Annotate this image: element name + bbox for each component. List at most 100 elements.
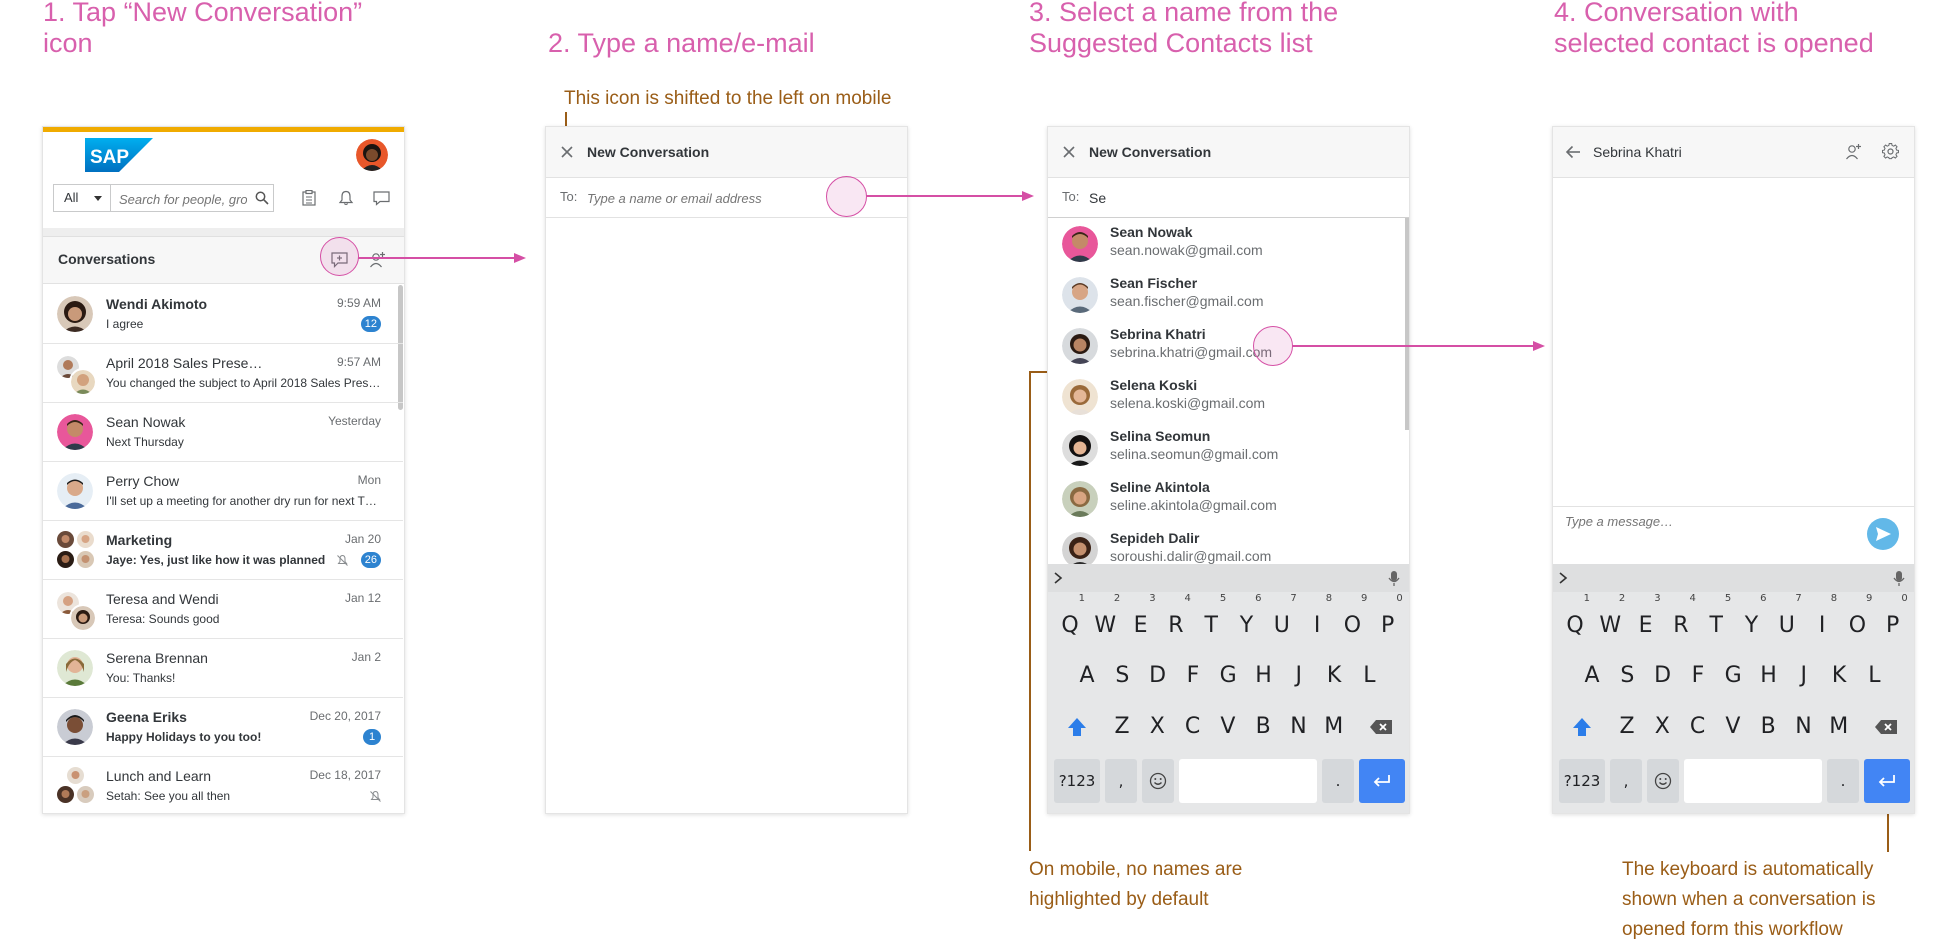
message-input[interactable] [1561,510,1869,562]
symbols-key[interactable]: ?123 [1559,759,1605,803]
key-l[interactable]: L [1858,656,1890,696]
conversation-row-perry-chow[interactable]: Perry Chow Mon I'll set up a meeting for… [43,461,403,521]
key-w[interactable]: W2 [1594,594,1626,646]
contact-row-seline-akintola[interactable]: Seline Akintola seline.akintola@gmail.co… [1048,473,1403,524]
key-m[interactable]: M [1318,707,1350,747]
enter-key[interactable] [1359,759,1405,803]
search-scope-select[interactable]: All [53,184,111,212]
key-s[interactable]: S [1106,656,1138,696]
backspace-key[interactable] [1358,707,1404,747]
key-w[interactable]: W2 [1089,594,1121,646]
key-g[interactable]: G [1212,656,1244,696]
add-group-icon[interactable] [369,251,386,268]
user-avatar[interactable] [356,139,388,171]
key-e[interactable]: E3 [1125,594,1157,646]
key-h[interactable]: H [1248,656,1280,696]
space-key[interactable] [1684,759,1822,803]
key-p[interactable]: P0 [1372,594,1404,646]
key-h[interactable]: H [1753,656,1785,696]
key-x[interactable]: X [1646,707,1678,747]
key-b[interactable]: B [1752,707,1784,747]
contact-row-sean-fischer[interactable]: Sean Fischer sean.fischer@gmail.com [1048,269,1403,320]
enter-key[interactable] [1864,759,1910,803]
tasks-icon[interactable] [302,190,316,206]
recipient-input[interactable] [1087,186,1381,210]
key-q[interactable]: Q1 [1559,594,1591,646]
close-icon[interactable] [561,146,573,158]
key-r[interactable]: R4 [1665,594,1697,646]
key-k[interactable]: K [1823,656,1855,696]
comma-key[interactable]: , [1610,759,1642,803]
conversation-row-marketing[interactable]: Marketing Jan 20 Jaye: Yes, just like ho… [43,520,403,580]
symbols-key[interactable]: ?123 [1054,759,1100,803]
conversation-row-sean-nowak[interactable]: Sean Nowak Yesterday Next Thursday [43,402,403,462]
key-d[interactable]: D [1647,656,1679,696]
key-u[interactable]: U7 [1771,594,1803,646]
comma-key[interactable]: , [1105,759,1137,803]
add-participant-icon[interactable] [1845,143,1862,160]
key-z[interactable]: Z [1611,707,1643,747]
key-o[interactable]: O9 [1336,594,1368,646]
conversation-row-april-2018-sales[interactable]: April 2018 Sales Prese… 9:57 AM You chan… [43,343,403,403]
key-y[interactable]: Y6 [1736,594,1768,646]
gear-icon[interactable] [1882,143,1899,160]
key-z[interactable]: Z [1106,707,1138,747]
backspace-key[interactable] [1863,707,1909,747]
key-i[interactable]: I8 [1806,594,1838,646]
key-d[interactable]: D [1142,656,1174,696]
microphone-icon[interactable] [1388,570,1400,587]
key-e[interactable]: E3 [1630,594,1662,646]
contact-row-sean-nowak[interactable]: Sean Nowak sean.nowak@gmail.com [1048,218,1403,269]
key-n[interactable]: N [1283,707,1315,747]
key-v[interactable]: V [1212,707,1244,747]
key-f[interactable]: F [1682,656,1714,696]
chat-icon[interactable] [373,191,390,206]
search-input[interactable] [117,187,249,211]
key-q[interactable]: Q1 [1054,594,1086,646]
period-key[interactable]: . [1322,759,1354,803]
key-b[interactable]: B [1247,707,1279,747]
emoji-key[interactable] [1142,759,1174,803]
microphone-icon[interactable] [1893,570,1905,587]
key-t[interactable]: T5 [1195,594,1227,646]
key-s[interactable]: S [1611,656,1643,696]
search-field[interactable] [110,184,274,212]
contact-row-selena-koski[interactable]: Selena Koski selena.koski@gmail.com [1048,371,1403,422]
key-g[interactable]: G [1717,656,1749,696]
contact-row-selina-seomun[interactable]: Selina Seomun selina.seomun@gmail.com [1048,422,1403,473]
key-c[interactable]: C [1177,707,1209,747]
key-n[interactable]: N [1788,707,1820,747]
shift-key[interactable] [1559,707,1605,747]
key-i[interactable]: I8 [1301,594,1333,646]
search-icon[interactable] [255,191,269,205]
conversation-row-serena-brennan[interactable]: Serena Brennan Jan 2 You: Thanks! [43,638,403,698]
key-k[interactable]: K [1318,656,1350,696]
key-l[interactable]: L [1353,656,1385,696]
key-o[interactable]: O9 [1841,594,1873,646]
key-t[interactable]: T5 [1700,594,1732,646]
key-a[interactable]: A [1576,656,1608,696]
bell-icon[interactable] [338,190,354,206]
conversation-row-geena-eriks[interactable]: Geena Eriks Dec 20, 2017 Happy Holidays … [43,697,403,757]
conversation-row-wendi-akimoto[interactable]: Wendi Akimoto 9:59 AM I agree 12 [43,284,403,344]
send-icon[interactable] [1867,518,1899,550]
key-x[interactable]: X [1141,707,1173,747]
period-key[interactable]: . [1827,759,1859,803]
key-a[interactable]: A [1071,656,1103,696]
key-y[interactable]: Y6 [1231,594,1263,646]
key-m[interactable]: M [1823,707,1855,747]
key-j[interactable]: J [1283,656,1315,696]
key-f[interactable]: F [1177,656,1209,696]
conversation-row-teresa-and-wendi[interactable]: Teresa and Wendi Jan 12 Teresa: Sounds g… [43,579,403,639]
close-icon[interactable] [1063,146,1075,158]
back-arrow-icon[interactable] [1565,145,1581,159]
emoji-key[interactable] [1647,759,1679,803]
conversation-row-lunch-and-learn[interactable]: Lunch and Learn Dec 18, 2017 Setah: See … [43,756,403,813]
shift-key[interactable] [1054,707,1100,747]
key-c[interactable]: C [1682,707,1714,747]
key-j[interactable]: J [1788,656,1820,696]
key-p[interactable]: P0 [1877,594,1909,646]
key-u[interactable]: U7 [1266,594,1298,646]
chevron-right-icon[interactable] [1053,571,1063,585]
key-v[interactable]: V [1717,707,1749,747]
